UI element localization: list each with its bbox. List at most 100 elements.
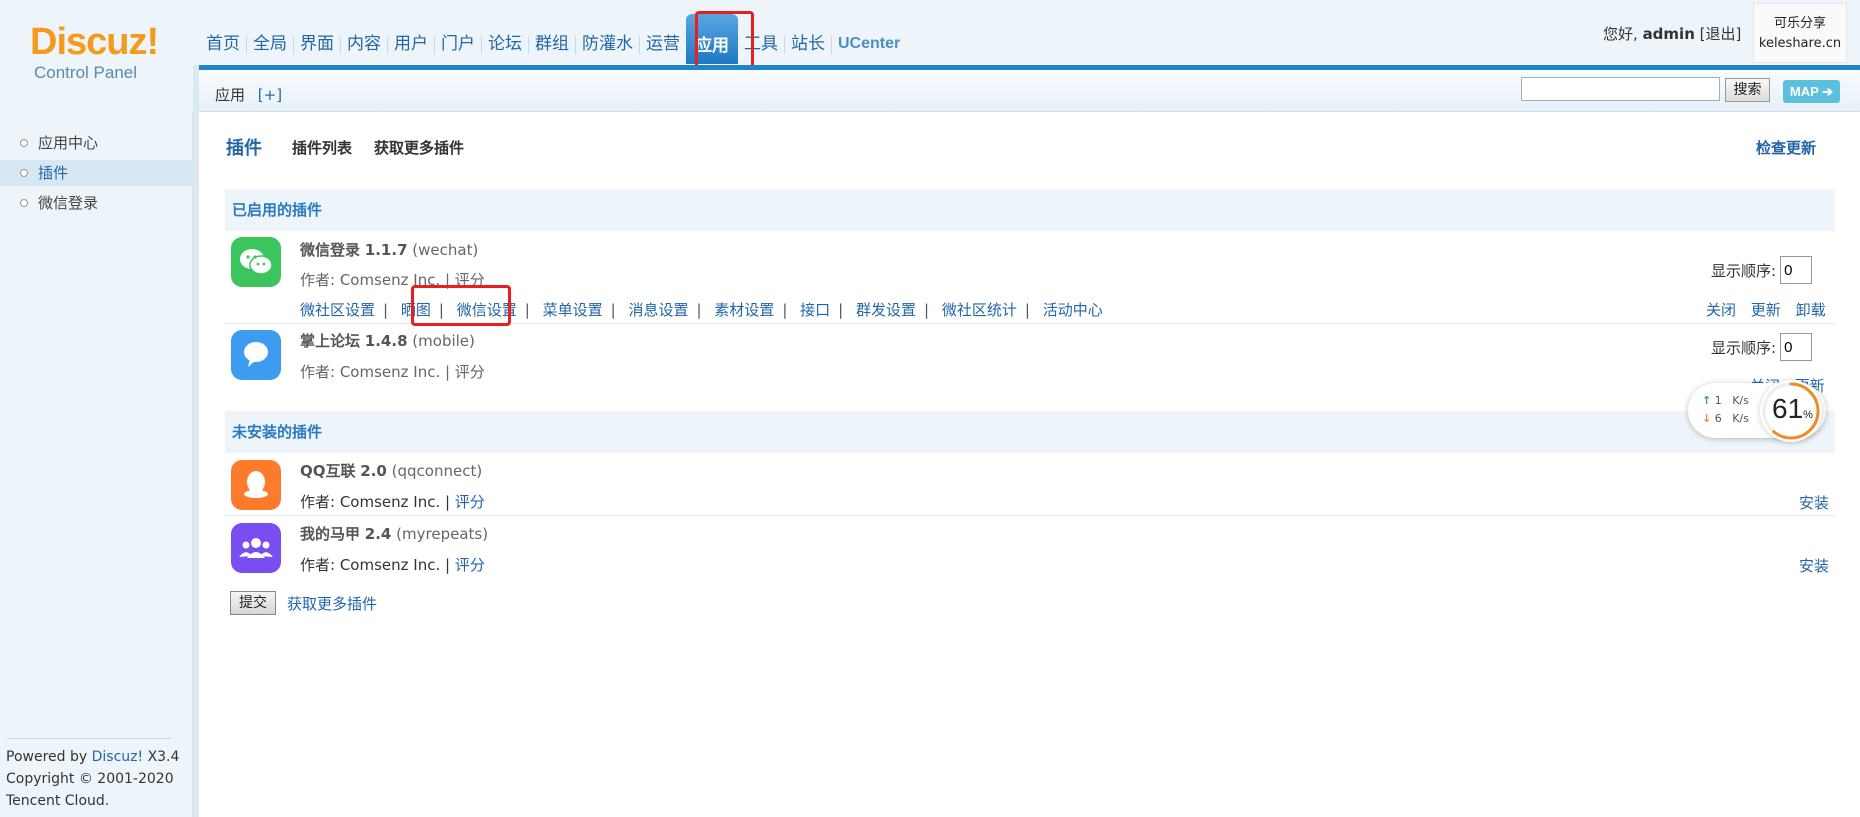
update-button[interactable]: 更新 bbox=[1751, 301, 1781, 319]
nav-operation[interactable]: 运营 bbox=[640, 30, 686, 66]
get-more-plugins-link[interactable]: 获取更多插件 bbox=[287, 593, 377, 614]
display-order: 显示顺序: bbox=[1711, 256, 1813, 284]
link-community-stats[interactable]: 微社区统计 bbox=[942, 301, 1017, 319]
footer-version: X3.4 bbox=[147, 749, 180, 765]
order-input[interactable] bbox=[1780, 333, 1813, 361]
plugin-row-myrepeats: 我的马甲 2.4 (myrepeats) 作者: Comsenz Inc. | … bbox=[225, 516, 1835, 579]
nav-content[interactable]: 内容 bbox=[341, 30, 387, 66]
link-activity-center[interactable]: 活动中心 bbox=[1043, 301, 1103, 319]
nav-forum[interactable]: 论坛 bbox=[482, 30, 528, 66]
bullet-icon bbox=[20, 199, 28, 207]
logout-link[interactable]: [退出] bbox=[1700, 25, 1742, 43]
upload-speed: ↑ 1 K/s bbox=[1702, 394, 1749, 407]
upload-value: 1 bbox=[1714, 394, 1722, 407]
order-label: 显示顺序: bbox=[1711, 338, 1777, 357]
upload-unit: K/s bbox=[1732, 394, 1749, 407]
breadcrumb-add-button[interactable]: [+] bbox=[258, 86, 282, 104]
plugin-id: (myrepeats) bbox=[396, 525, 489, 543]
author-text: 作者: Comsenz Inc. | bbox=[300, 493, 451, 511]
nav-home[interactable]: 首页 bbox=[200, 30, 246, 66]
plugin-version: 1.1.7 bbox=[364, 241, 408, 259]
qq-icon bbox=[231, 460, 281, 510]
sidebar-item-label: 应用中心 bbox=[38, 134, 99, 152]
nav-style[interactable]: 界面 bbox=[294, 30, 340, 66]
link-message-settings[interactable]: 消息设置 bbox=[628, 301, 688, 319]
network-speed-widget[interactable]: ↑ 1 K/s ↓ 6 K/s 61% bbox=[1688, 380, 1826, 442]
submit-button[interactable]: 提交 bbox=[230, 591, 276, 615]
plugin-title: QQ互联 bbox=[300, 462, 356, 480]
order-label: 显示顺序: bbox=[1711, 261, 1777, 280]
watermark-line1: 可乐分享 bbox=[1773, 16, 1826, 31]
watermark-line2: keleshare.cn bbox=[1758, 36, 1842, 51]
plugin-id: (mobile) bbox=[412, 332, 475, 350]
plugin-title: 微信登录 bbox=[300, 241, 361, 259]
enabled-section-title: 已启用的插件 bbox=[225, 189, 1835, 231]
plugin-title: 我的马甲 bbox=[300, 525, 361, 543]
sidebar-divider bbox=[193, 65, 199, 817]
logo-sub: Control Panel bbox=[34, 63, 138, 82]
plugin-name: 我的马甲 2.4 (myrepeats) bbox=[300, 523, 488, 544]
download-unit: K/s bbox=[1732, 412, 1749, 425]
rate-link[interactable]: 评分 bbox=[455, 493, 485, 511]
nav-portal[interactable]: 门户 bbox=[435, 30, 481, 66]
sidebar-item-label: 微信登录 bbox=[38, 194, 99, 212]
download-speed: ↓ 6 K/s bbox=[1702, 412, 1749, 425]
footer-brand-link[interactable]: Discuz! bbox=[92, 749, 144, 765]
display-order: 显示顺序: bbox=[1711, 333, 1813, 361]
nav-group[interactable]: 群组 bbox=[529, 30, 575, 66]
sidebar-item-app-center[interactable]: 应用中心 bbox=[0, 130, 193, 156]
users-icon bbox=[231, 523, 281, 573]
user-info: 您好, admin [退出] bbox=[1603, 23, 1741, 44]
breadcrumb-current: 应用 bbox=[215, 86, 246, 104]
nav-founder[interactable]: 站长 bbox=[785, 30, 831, 66]
disable-button[interactable]: 关闭 bbox=[1706, 301, 1736, 319]
percent-value: 61 bbox=[1772, 393, 1804, 424]
plugin-title: 掌上论坛 bbox=[300, 332, 361, 350]
wechat-settings-highlight-box bbox=[411, 285, 511, 326]
install-button[interactable]: 安装 bbox=[1799, 555, 1829, 576]
rate-link[interactable]: 评分 bbox=[455, 556, 485, 574]
install-button[interactable]: 安装 bbox=[1799, 492, 1829, 513]
plugin-id: (wechat) bbox=[412, 241, 479, 259]
top-nav: 首页 全局 界面 内容 用户 门户 论坛 群组 防灌水 运营 应用 工具 站长 … bbox=[200, 14, 906, 66]
mobile-forum-icon bbox=[231, 330, 281, 380]
page-title: 插件 bbox=[226, 138, 262, 159]
bullet-icon bbox=[20, 169, 28, 177]
link-material-settings[interactable]: 素材设置 bbox=[714, 301, 774, 319]
nav-user[interactable]: 用户 bbox=[388, 30, 434, 66]
sidebar-item-wechat-login[interactable]: 微信登录 bbox=[0, 190, 193, 216]
plugin-name: 微信登录 1.1.7 (wechat) bbox=[300, 239, 478, 260]
plugin-version: 2.4 bbox=[364, 525, 392, 543]
search-button[interactable]: 搜索 bbox=[1725, 78, 1770, 102]
uninstall-button[interactable]: 卸载 bbox=[1796, 301, 1826, 319]
percent-sign: % bbox=[1803, 409, 1813, 421]
plugin-row-qqconnect: QQ互联 2.0 (qqconnect) 作者: Comsenz Inc. | … bbox=[225, 453, 1835, 516]
sidebar-item-plugins[interactable]: 插件 bbox=[0, 160, 193, 186]
nav-ucenter[interactable]: UCenter bbox=[832, 30, 906, 66]
tab-get-more[interactable]: 获取更多插件 bbox=[374, 137, 464, 158]
sidebar-footer: Powered by Discuz! X3.4 Copyright © 2001… bbox=[6, 738, 180, 812]
arrow-up-icon: ↑ bbox=[1702, 394, 1712, 407]
sidebar bbox=[0, 112, 193, 817]
nav-antispam[interactable]: 防灌水 bbox=[576, 30, 639, 66]
tab-plugin-list[interactable]: 插件列表 bbox=[292, 137, 352, 158]
wechat-icon bbox=[231, 237, 281, 287]
order-input[interactable] bbox=[1780, 256, 1813, 284]
logo[interactable]: Discuz! Control Panel bbox=[30, 22, 190, 92]
author-text: 作者: Comsenz Inc. | bbox=[300, 556, 451, 574]
username: admin bbox=[1642, 25, 1695, 43]
uninstalled-section-title: 未安装的插件 bbox=[225, 411, 1835, 453]
plugin-row-mobile: 掌上论坛 1.4.8 (mobile) 作者: Comsenz Inc. | 评… bbox=[225, 324, 1835, 411]
check-update-link[interactable]: 检查更新 bbox=[1756, 137, 1816, 158]
link-menu-settings[interactable]: 菜单设置 bbox=[543, 301, 603, 319]
search-input[interactable] bbox=[1521, 77, 1720, 101]
map-button[interactable]: MAP ➔ bbox=[1783, 80, 1840, 103]
link-community-settings[interactable]: 微社区设置 bbox=[300, 301, 375, 319]
usage-percent: 61% bbox=[1772, 393, 1813, 425]
footer-powered: Powered by bbox=[6, 749, 88, 765]
link-broadcast-settings[interactable]: 群发设置 bbox=[856, 301, 916, 319]
plugin-version: 2.0 bbox=[360, 462, 387, 480]
link-api[interactable]: 接口 bbox=[800, 301, 830, 319]
sidebar-item-label: 插件 bbox=[38, 164, 69, 182]
nav-global[interactable]: 全局 bbox=[247, 30, 293, 66]
